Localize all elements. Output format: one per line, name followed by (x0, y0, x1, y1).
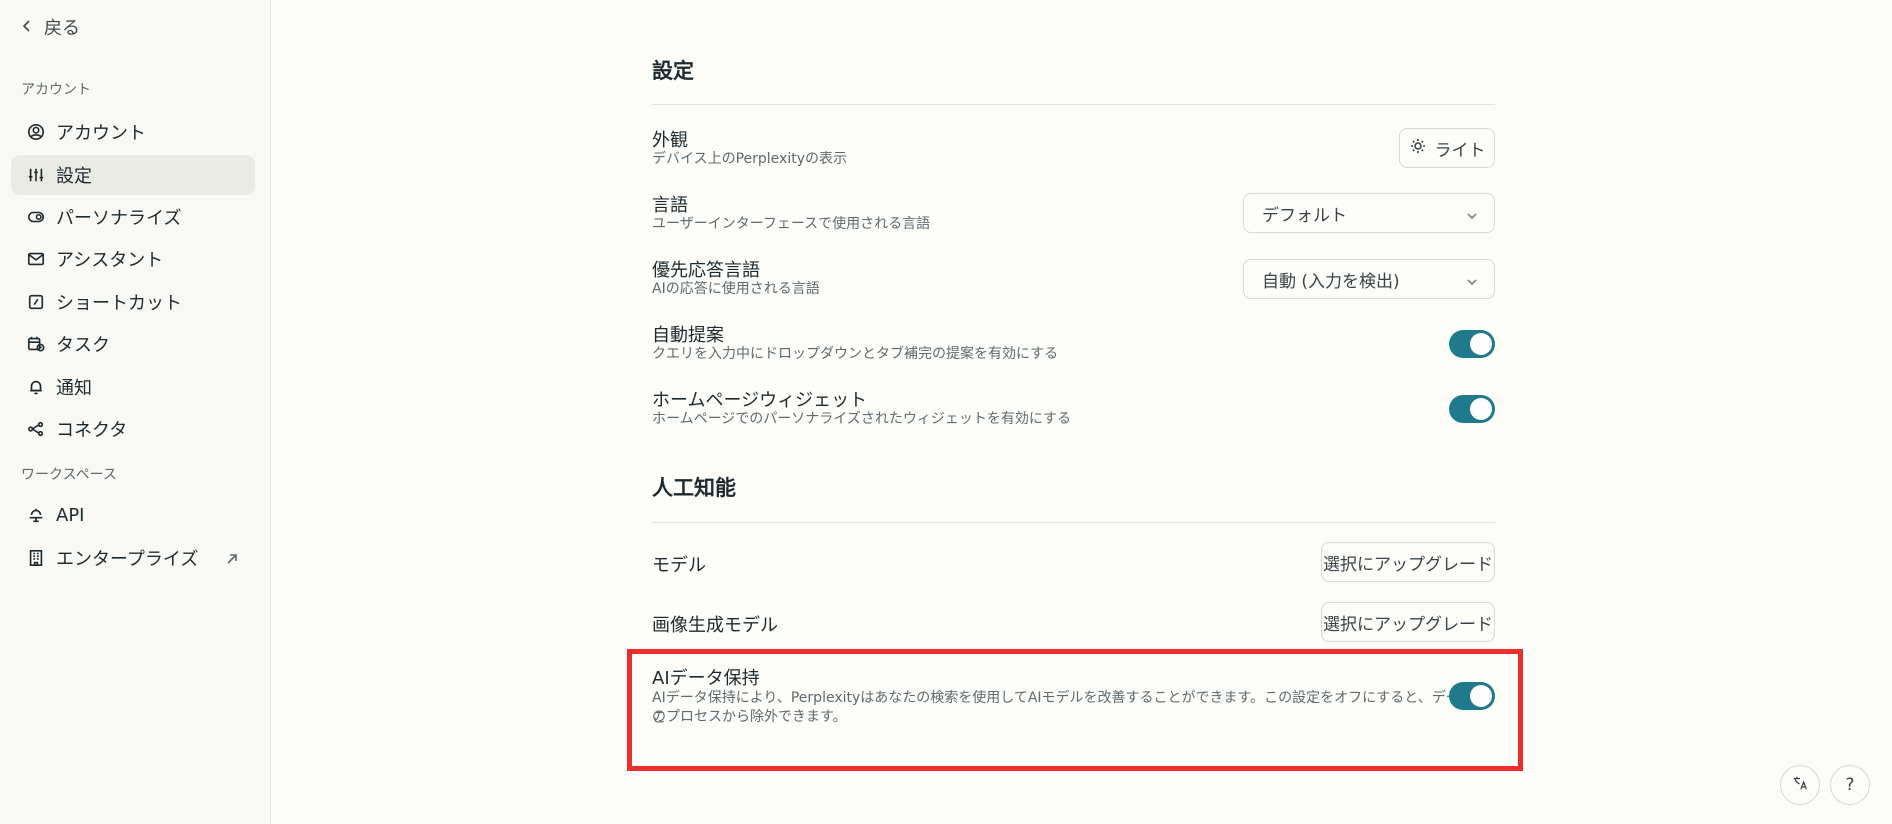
appearance-theme-button[interactable]: ライト (1399, 128, 1495, 168)
sidebar-item-label: コネクタ (56, 420, 128, 441)
account-section-label: アカウント (21, 82, 91, 98)
image-model-title: 画像生成モデル (652, 615, 778, 636)
chevron-down-icon (1466, 273, 1478, 286)
homepage-widget-toggle[interactable] (1449, 395, 1495, 423)
sidebar-item-label: タスク (56, 335, 110, 356)
language-select-value: デフォルト (1262, 205, 1347, 226)
model-upgrade-button[interactable]: 選択にアップグレード (1321, 542, 1495, 582)
settings-heading: 設定 (652, 59, 694, 83)
translate-button[interactable] (1780, 765, 1820, 805)
user-circle-icon (26, 122, 46, 142)
model-upgrade-label: 選択にアップグレード (1323, 554, 1493, 575)
sidebar-item-shortcuts[interactable]: ショートカット (11, 282, 255, 322)
sidebar-item-notifications[interactable]: 通知 (11, 367, 255, 407)
appearance-desc: デバイス上のPerplexityの表示 (652, 151, 847, 167)
homepage-widget-desc: ホームページでのパーソナライズされたウィジェットを有効にする (652, 411, 1072, 427)
ai-heading: 人工知能 (652, 476, 736, 500)
mail-icon (26, 249, 46, 269)
sun-icon (1409, 137, 1427, 160)
back-label: 戻る (44, 18, 80, 39)
divider (652, 522, 1495, 523)
sidebar-item-label: パーソナライズ (56, 208, 182, 229)
sidebar-item-tasks[interactable]: タスク (11, 324, 255, 364)
sidebar-item-label: エンタープライズ (56, 549, 199, 570)
sidebar-item-api[interactable]: API (11, 495, 255, 535)
api-icon (26, 505, 46, 525)
toggle-knob (1470, 333, 1492, 355)
response-language-desc: AIの応答に使用される言語 (652, 281, 820, 297)
image-model-upgrade-button[interactable]: 選択にアップグレード (1321, 602, 1495, 642)
sidebar-item-label: 設定 (56, 166, 92, 187)
sidebar-item-label: アカウント (56, 123, 146, 144)
bell-icon (26, 377, 46, 397)
autosuggest-toggle[interactable] (1449, 330, 1495, 358)
autosuggest-desc: クエリを入力中にドロップダウンとタブ補完の提案を有効にする (652, 346, 1059, 362)
back-button[interactable]: 戻る (20, 14, 80, 40)
response-language-select-value: 自動 (入力を検出) (1262, 271, 1400, 292)
connector-icon (26, 419, 46, 439)
help-button[interactable]: ? (1830, 765, 1870, 805)
chevron-down-icon (1466, 207, 1478, 220)
help-label: ? (1845, 775, 1855, 795)
highlight-box (627, 649, 1523, 771)
translate-icon (1791, 774, 1809, 797)
sidebar: 戻る アカウント アカウント 設定 パーソナライズ アシスタント ショートカット (0, 0, 271, 824)
toggle-icon (26, 207, 46, 227)
sidebar-item-enterprise[interactable]: エンタープライズ (11, 538, 255, 578)
building-icon (26, 548, 46, 568)
response-language-select[interactable]: 自動 (入力を検出) (1243, 259, 1495, 299)
sidebar-item-label: アシスタント (56, 250, 164, 271)
chevron-left-icon (20, 17, 34, 38)
shortcut-icon (26, 292, 46, 312)
language-desc: ユーザーインターフェースで使用される言語 (652, 216, 931, 232)
sidebar-item-connectors[interactable]: コネクタ (11, 409, 255, 449)
model-title: モデル (652, 555, 706, 576)
sliders-icon (26, 165, 46, 185)
sidebar-item-personalize[interactable]: パーソナライズ (11, 197, 255, 237)
calendar-clock-icon (26, 334, 46, 354)
external-link-icon (225, 550, 239, 564)
language-select[interactable]: デフォルト (1243, 193, 1495, 233)
toggle-knob (1470, 398, 1492, 420)
sidebar-item-label: ショートカット (56, 293, 182, 314)
image-model-upgrade-label: 選択にアップグレード (1323, 614, 1493, 635)
sidebar-item-account[interactable]: アカウント (11, 112, 255, 152)
sidebar-item-assistant[interactable]: アシスタント (11, 239, 255, 279)
workspace-section-label: ワークスペース (21, 467, 117, 483)
divider (652, 104, 1495, 105)
sidebar-item-label: API (56, 504, 85, 526)
sidebar-item-label: 通知 (56, 378, 92, 399)
appearance-theme-label: ライト (1434, 140, 1486, 161)
sidebar-item-settings[interactable]: 設定 (11, 155, 255, 195)
